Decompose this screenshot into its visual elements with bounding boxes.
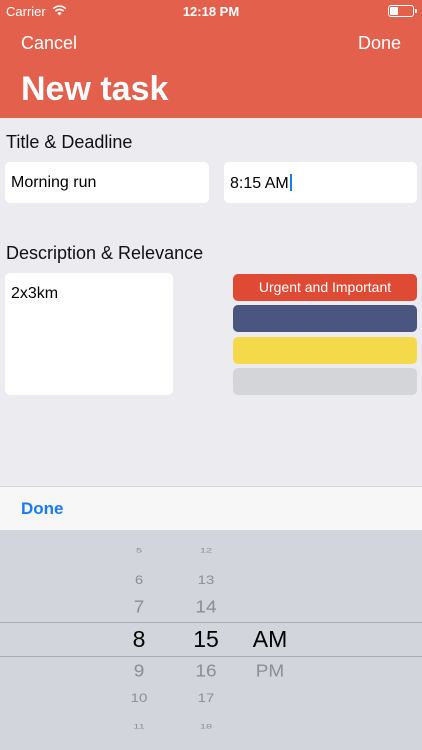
- relevance-option-4[interactable]: [233, 368, 417, 395]
- period-option[interactable]: AM: [240, 626, 300, 653]
- battery-icon: [388, 5, 417, 17]
- minute-option[interactable]: 13: [176, 574, 236, 588]
- description-relevance-label: Description & Relevance: [6, 243, 204, 263]
- minute-option[interactable]: 12: [176, 548, 236, 555]
- minute-wheel[interactable]: 12 13 14 15 16 17 18: [176, 530, 236, 750]
- toolbar-done-button[interactable]: Done: [21, 499, 64, 519]
- status-time: 12:18 PM: [182, 4, 240, 19]
- minute-option[interactable]: 16: [176, 661, 236, 681]
- hour-option[interactable]: 11: [109, 724, 169, 731]
- cancel-button[interactable]: Cancel: [21, 33, 77, 54]
- hour-option[interactable]: 7: [109, 597, 169, 617]
- period-option[interactable]: PM: [240, 661, 300, 681]
- hour-option[interactable]: 8: [109, 626, 169, 653]
- relevance-urgent-important[interactable]: Urgent and Important: [233, 274, 417, 301]
- title-deadline-label: Title & Deadline: [6, 132, 133, 152]
- nav-header: Carrier 12:18 PM Cancel Done New task: [0, 0, 422, 118]
- text-cursor: [289, 174, 292, 191]
- description-input[interactable]: 2x3km: [5, 273, 173, 395]
- page-title: New task: [21, 70, 169, 108]
- time-picker[interactable]: 5 6 7 8 9 10 11 12 13 14 15 16 17 18 AM PM: [0, 530, 422, 750]
- minute-option[interactable]: 14: [176, 597, 236, 617]
- hour-option[interactable]: 5: [109, 548, 169, 555]
- minute-option[interactable]: 18: [176, 724, 236, 731]
- relevance-option-2[interactable]: [233, 305, 417, 332]
- hour-wheel[interactable]: 5 6 7 8 9 10 11: [109, 530, 169, 750]
- description-input-value: 2x3km: [11, 285, 59, 302]
- minute-option[interactable]: 17: [176, 692, 236, 706]
- status-bar: Carrier 12:18 PM: [0, 0, 422, 22]
- period-wheel[interactable]: AM PM: [240, 530, 300, 750]
- keyboard-toolbar: Done: [0, 486, 422, 530]
- minute-option[interactable]: 15: [176, 626, 236, 653]
- hour-option[interactable]: 10: [109, 692, 169, 706]
- done-button[interactable]: Done: [358, 33, 401, 54]
- title-input[interactable]: Morning run: [5, 162, 209, 203]
- title-input-value: Morning run: [11, 174, 97, 191]
- hour-option[interactable]: 9: [109, 661, 169, 681]
- deadline-input-value: 8:15 AM: [230, 175, 289, 192]
- hour-option[interactable]: 6: [109, 574, 169, 588]
- deadline-input[interactable]: 8:15 AM: [224, 162, 417, 203]
- relevance-option-3[interactable]: [233, 337, 417, 364]
